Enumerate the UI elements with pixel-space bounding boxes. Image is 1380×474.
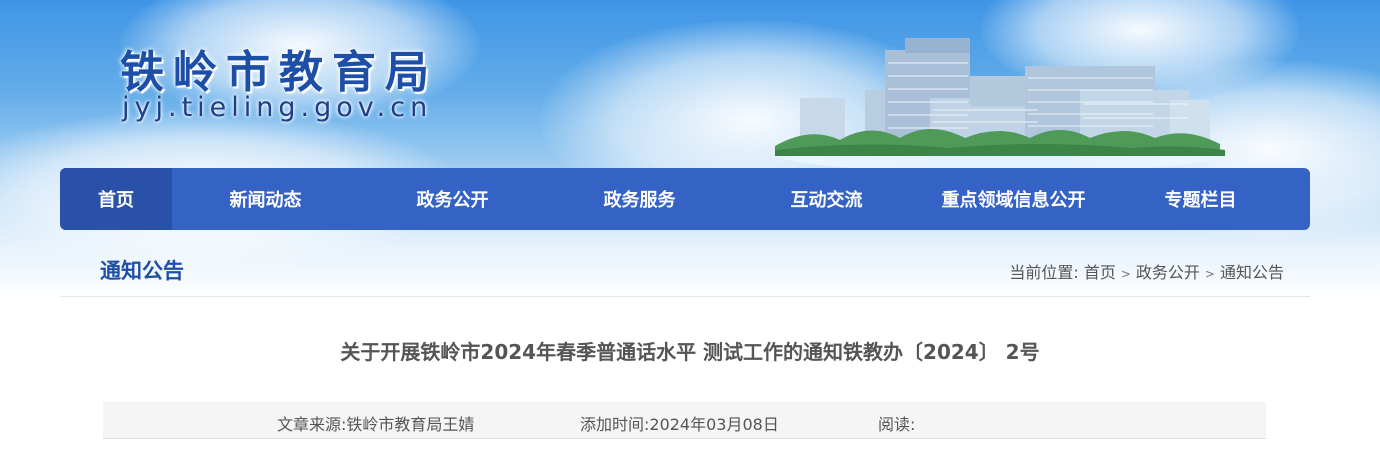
site-title[interactable]: 铁岭市教育局	[120, 36, 438, 100]
section-title: 通知公告	[100, 259, 184, 283]
article-title: 关于开展铁岭市2024年春季普通话水平 测试工作的通知铁教办〔2024〕 2号	[340, 340, 1040, 364]
nav-item-gov-affairs-public[interactable]: 政务公开	[359, 168, 546, 230]
breadcrumb: 当前位置: 首页 > 政务公开 > 通知公告	[1009, 259, 1284, 283]
site-domain: jyj.tieling.gov.cn	[122, 92, 433, 123]
nav-item-news[interactable]: 新闻动态	[172, 168, 359, 230]
section-bar: 通知公告 当前位置: 首页 > 政务公开 > 通知公告	[60, 240, 1310, 297]
article-meta-bar: 文章来源:铁岭市教育局王婧 添加时间:2024年03月08日 阅读:	[103, 402, 1266, 439]
breadcrumb-link-gov-affairs[interactable]: 政务公开	[1136, 263, 1200, 282]
article-source: 文章来源:铁岭市教育局王婧	[277, 415, 475, 434]
article-read-count: 阅读:	[878, 415, 916, 434]
city-skyline-illustration	[775, 38, 1225, 168]
nav-item-gov-services[interactable]: 政务服务	[546, 168, 733, 230]
main-nav: 首页 新闻动态 政务公开 政务服务 互动交流 重点领域信息公开 专题栏目	[60, 168, 1310, 230]
breadcrumb-link-notices[interactable]: 通知公告	[1220, 263, 1284, 282]
nav-item-special-topics[interactable]: 专题栏目	[1107, 168, 1294, 230]
article-date: 添加时间:2024年03月08日	[580, 415, 779, 434]
nav-item-home[interactable]: 首页	[60, 168, 172, 230]
breadcrumb-separator: >	[1120, 267, 1131, 281]
nav-item-key-areas[interactable]: 重点领域信息公开	[920, 168, 1107, 230]
nav-item-interaction[interactable]: 互动交流	[733, 168, 920, 230]
breadcrumb-separator: >	[1204, 267, 1215, 281]
breadcrumb-prefix: 当前位置:	[1009, 263, 1079, 282]
breadcrumb-link-home[interactable]: 首页	[1084, 263, 1116, 282]
